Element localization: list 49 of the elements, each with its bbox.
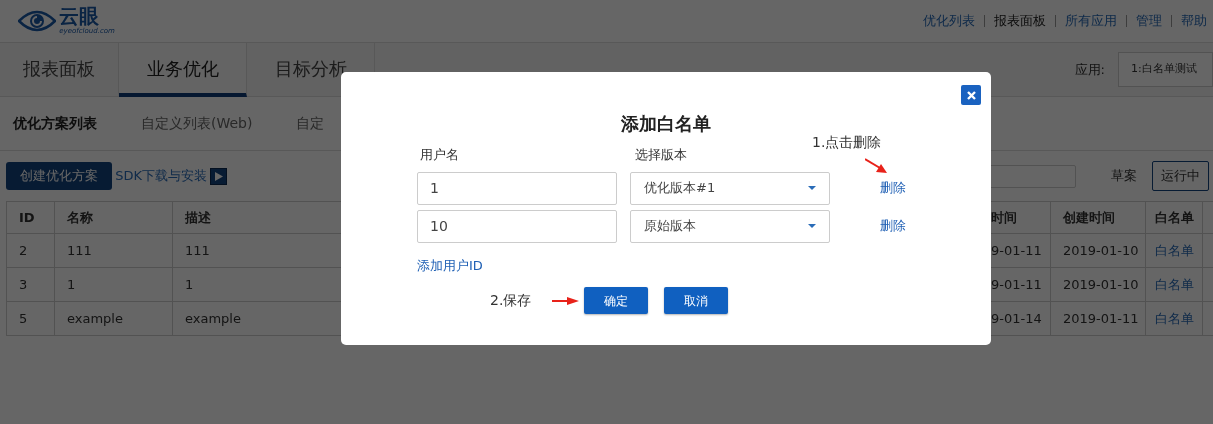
caret-icon bbox=[808, 224, 816, 228]
dialog-title: 添加白名单 bbox=[620, 112, 712, 136]
close-icon bbox=[966, 90, 976, 100]
table-cell: 2 bbox=[6, 233, 55, 268]
table-cell: 5 bbox=[6, 301, 55, 336]
annotation-text: 1.点击删除 bbox=[812, 133, 882, 152]
app-label: 应用: bbox=[1074, 60, 1105, 79]
column-header: 名称 bbox=[54, 201, 173, 234]
top-nav-link[interactable]: 管理 bbox=[1136, 11, 1162, 31]
delete-link[interactable]: 删除 bbox=[880, 178, 906, 198]
column-header: 白名单 bbox=[1145, 201, 1203, 234]
table-cell: 2019-01-10 bbox=[1050, 267, 1146, 302]
table-cell: 111 bbox=[54, 233, 173, 268]
sub-nav-link[interactable]: 自定义列表(Web) bbox=[141, 113, 253, 134]
top-nav-link[interactable]: 报表面板 bbox=[994, 11, 1046, 31]
sub-nav-link[interactable]: 自定 bbox=[296, 113, 325, 134]
user-field[interactable]: 10 bbox=[417, 209, 617, 243]
top-nav-link[interactable]: 优化列表 bbox=[923, 11, 975, 31]
caret-icon bbox=[808, 186, 816, 190]
close-button[interactable] bbox=[961, 85, 981, 105]
delete-link[interactable]: 删除 bbox=[880, 216, 906, 236]
eye-logo-icon bbox=[18, 9, 56, 33]
logo-text: 云眼 bbox=[59, 5, 100, 26]
field-label: 选择版本 bbox=[635, 146, 687, 164]
top-nav-link[interactable]: 帮助 bbox=[1181, 11, 1207, 31]
top-nav-link[interactable]: 所有应用 bbox=[1065, 11, 1117, 31]
table-cell: 1 bbox=[54, 267, 173, 302]
status-filter[interactable]: 运行中 bbox=[1152, 161, 1209, 191]
sdk-link[interactable]: SDK下载与安装 bbox=[115, 166, 208, 186]
column-header: ID bbox=[6, 201, 55, 234]
column-header: 创建时间 bbox=[1050, 201, 1146, 234]
version-dropdown[interactable]: 原始版本 bbox=[630, 209, 830, 243]
app-dropdown[interactable]: 1:白名单测试 bbox=[1118, 52, 1213, 87]
create-button[interactable]: 创建优化方案 bbox=[6, 162, 112, 190]
table-cell: 2019-01-11 bbox=[1050, 301, 1146, 336]
table-cell: example bbox=[54, 301, 173, 336]
dialog-button[interactable]: 取消 bbox=[664, 287, 729, 314]
annotation-arrow bbox=[552, 296, 580, 305]
version-dropdown[interactable]: 优化版本#1 bbox=[630, 171, 830, 205]
dialog-button[interactable]: 确定 bbox=[584, 287, 649, 314]
user-field[interactable]: 1 bbox=[417, 171, 617, 205]
table-cell: 3 bbox=[6, 267, 55, 302]
table-cell: 2019-01-10 bbox=[1050, 233, 1146, 268]
nav-tab[interactable]: 业务优化 bbox=[119, 43, 247, 97]
status-filter[interactable]: 草案 bbox=[1101, 161, 1146, 191]
field-label: 用户名 bbox=[419, 146, 461, 164]
annotation-arrow bbox=[865, 158, 887, 174]
sub-nav-link[interactable]: 优化方案列表 bbox=[13, 113, 97, 134]
play-icon[interactable] bbox=[210, 167, 228, 185]
